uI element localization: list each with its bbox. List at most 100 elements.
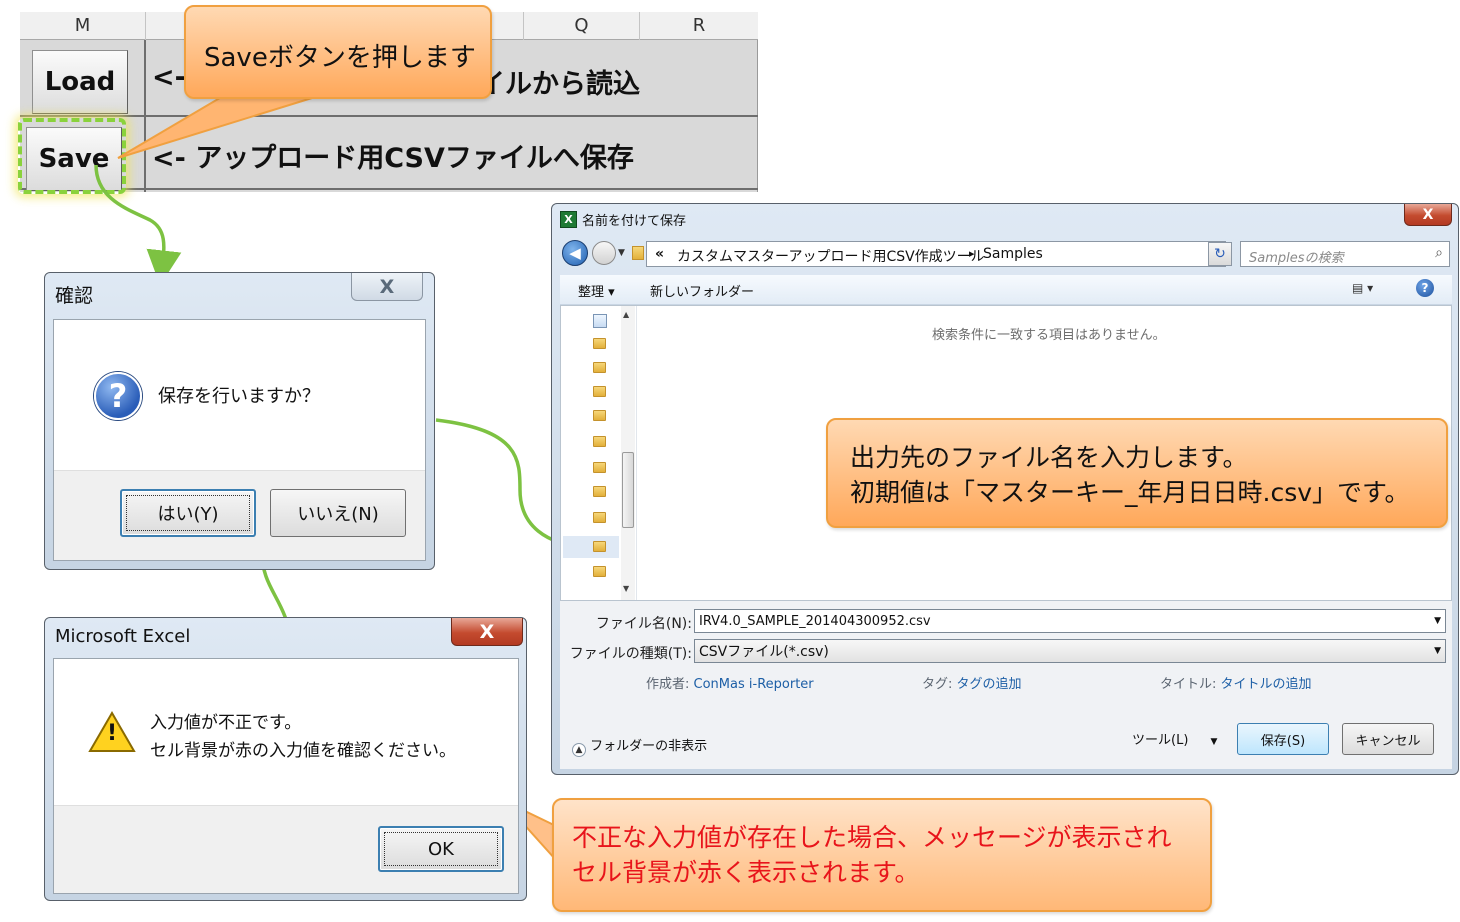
forward-button[interactable] [592, 241, 616, 265]
title-value[interactable]: タイトルの追加 [1221, 677, 1312, 692]
confirm-dialog-title: 確認 [55, 281, 93, 308]
cancel-button[interactable]: キャンセル [1342, 723, 1434, 755]
close-icon: X [480, 621, 495, 643]
tools-dropdown-icon[interactable]: ▼ [1211, 737, 1218, 747]
excel-dialog-title: Microsoft Excel [55, 626, 190, 647]
scrollbar-thumb[interactable] [622, 452, 634, 528]
excel-footer: OK [54, 805, 518, 893]
folder-icon[interactable] [593, 410, 606, 421]
address-bar[interactable]: « カスタムマスターアップロード用CSV作成ツール ▸ Samples ▼ [646, 241, 1226, 267]
folder-icon[interactable] [593, 486, 606, 497]
callout-error-line1: 不正な入力値が存在した場合、メッセージが表示され [572, 820, 1172, 855]
warning-icon-mark: ! [88, 721, 136, 746]
yes-button-label: はい(Y) [157, 500, 218, 526]
refresh-icon: ↻ [1214, 246, 1226, 262]
toolbar: 整理 ▾ 新しいフォルダー ▤ ▾ ? [560, 275, 1452, 305]
callout-filename: 出力先のファイル名を入力します。 初期値は「マスターキー_年月日日時.csv」で… [826, 418, 1448, 528]
view-options-icon[interactable]: ▤ ▾ [1352, 281, 1373, 295]
scroll-up-icon[interactable]: ▲ [623, 310, 629, 319]
refresh-button[interactable]: ↻ [1208, 242, 1232, 266]
recycle-bin-icon[interactable] [593, 314, 607, 328]
tags-value[interactable]: タグの追加 [957, 677, 1022, 692]
save-form: ファイル名(N): IRV4.0_SAMPLE_201404300952.csv… [560, 601, 1452, 769]
search-input[interactable]: Samplesの検索 ⌕ [1240, 241, 1450, 267]
filetype-dropdown-icon[interactable]: ▼ [1434, 646, 1441, 656]
callout-save-pointer [118, 92, 312, 158]
callout-filename-line1: 出力先のファイル名を入力します。 [850, 440, 1410, 475]
confirm-dialog-body: ? 保存を行いますか？ はい(Y) いいえ(N) [53, 319, 426, 561]
author-value[interactable]: ConMas i-Reporter [694, 677, 814, 692]
tags-label: タグ: [922, 677, 952, 692]
folder-icon[interactable] [593, 566, 606, 577]
folder-icon[interactable] [593, 386, 606, 397]
save-close-button[interactable]: X [1404, 204, 1452, 226]
ok-button[interactable]: OK [378, 826, 504, 872]
empty-folder-message: 検索条件に一致する項目はありません。 [932, 324, 1166, 343]
callout-filename-line2: 初期値は「マスターキー_年月日日時.csv」です。 [850, 475, 1410, 510]
no-button[interactable]: いいえ(N) [270, 489, 406, 537]
callout-save: Saveボタンを押します [184, 5, 492, 99]
confirm-footer: はい(Y) いいえ(N) [54, 470, 425, 560]
tags-field: タグ: タグの追加 [922, 673, 1022, 692]
title-field: タイトル: タイトルの追加 [1160, 673, 1312, 692]
confirm-message: 保存を行いますか？ [158, 382, 320, 408]
question-icon: ? [94, 372, 142, 420]
scroll-down-icon[interactable]: ▼ [623, 584, 629, 593]
callout-save-text: Saveボタンを押します [204, 37, 476, 74]
search-icon[interactable]: ⌕ [1435, 245, 1443, 261]
hide-folders-label: フォルダーの非表示 [590, 739, 707, 754]
hide-folders-toggle[interactable]: ▲ フォルダーの非表示 [572, 735, 707, 757]
history-dropdown-icon[interactable]: ▼ [618, 248, 625, 258]
close-icon: X [380, 276, 395, 298]
organize-menu[interactable]: 整理 ▾ [578, 281, 615, 300]
filename-value: IRV4.0_SAMPLE_201404300952.csv [699, 614, 931, 629]
selected-folder-row[interactable] [563, 536, 619, 558]
callout-error-text: 不正な入力値が存在した場合、メッセージが表示され セル背景が赤く表示されます。 [572, 820, 1172, 890]
help-icon[interactable]: ? [1416, 279, 1434, 297]
folder-icon[interactable] [593, 436, 606, 447]
folder-icon[interactable] [593, 541, 606, 552]
confirm-dialog: 確認 X ? 保存を行いますか？ はい(Y) いいえ(N) [44, 272, 435, 570]
callout-error: 不正な入力値が存在した場合、メッセージが表示され セル背景が赤く表示されます。 [552, 798, 1212, 912]
excel-message-line2: セル背景が赤の入力値を確認ください。 [150, 737, 456, 765]
arrow-save-to-confirm [96, 165, 164, 268]
filetype-select[interactable]: CSVファイル(*.csv) ▼ [694, 639, 1446, 663]
filename-label: ファイル名(N): [568, 613, 692, 633]
excel-close-button[interactable]: X [451, 618, 523, 646]
back-arrow-icon: ◀ [569, 244, 581, 262]
tools-label: ツール(L) [1132, 733, 1188, 748]
back-button[interactable]: ◀ [562, 240, 588, 266]
folder-icon[interactable] [593, 512, 606, 523]
callout-error-line2: セル背景が赤く表示されます。 [572, 855, 1172, 890]
breadcrumb-separator-icon[interactable]: ▸ [969, 247, 975, 260]
filename-input[interactable]: IRV4.0_SAMPLE_201404300952.csv ▼ [694, 609, 1446, 633]
excel-message-line1: 入力値が不正です。 [150, 709, 456, 737]
breadcrumb-current[interactable]: Samples [983, 246, 1043, 262]
tools-menu[interactable]: ツール(L) ▼ [1132, 729, 1217, 748]
filetype-label: ファイルの種類(T): [568, 643, 692, 663]
save-dialog-title: 名前を付けて保存 [582, 210, 686, 229]
search-placeholder: Samplesの検索 [1249, 247, 1344, 266]
navigation-scrollbar[interactable]: ▲ ▼ [621, 306, 635, 600]
folder-icon [632, 246, 644, 260]
author-label: 作成者: [646, 677, 689, 692]
save-file-button[interactable]: 保存(S) [1237, 723, 1329, 755]
folder-icon[interactable] [593, 462, 606, 473]
new-folder-button[interactable]: 新しいフォルダー [650, 281, 754, 300]
callout-filename-text: 出力先のファイル名を入力します。 初期値は「マスターキー_年月日日時.csv」で… [850, 440, 1410, 510]
confirm-close-button[interactable]: X [351, 273, 423, 301]
breadcrumb-overflow[interactable]: « [655, 246, 664, 262]
excel-dialog-body: ! 入力値が不正です。 セル背景が赤の入力値を確認ください。 OK [53, 658, 519, 894]
excel-message: 入力値が不正です。 セル背景が赤の入力値を確認ください。 [150, 709, 456, 765]
title-label: タイトル: [1160, 677, 1216, 692]
yes-button[interactable]: はい(Y) [120, 489, 256, 537]
navigation-pane[interactable]: ▲ ▼ [561, 306, 637, 600]
excel-error-dialog: Microsoft Excel X ! 入力値が不正です。 セル背景が赤の入力値… [44, 617, 527, 901]
folder-icon[interactable] [593, 338, 606, 349]
author-field: 作成者: ConMas i-Reporter [646, 673, 814, 692]
breadcrumb-parent[interactable]: カスタムマスターアップロード用CSV作成ツール [677, 246, 985, 266]
chevron-up-icon: ▲ [572, 743, 586, 757]
filename-dropdown-icon[interactable]: ▼ [1434, 616, 1441, 626]
folder-icon[interactable] [593, 362, 606, 373]
excel-app-icon: X [560, 211, 577, 228]
